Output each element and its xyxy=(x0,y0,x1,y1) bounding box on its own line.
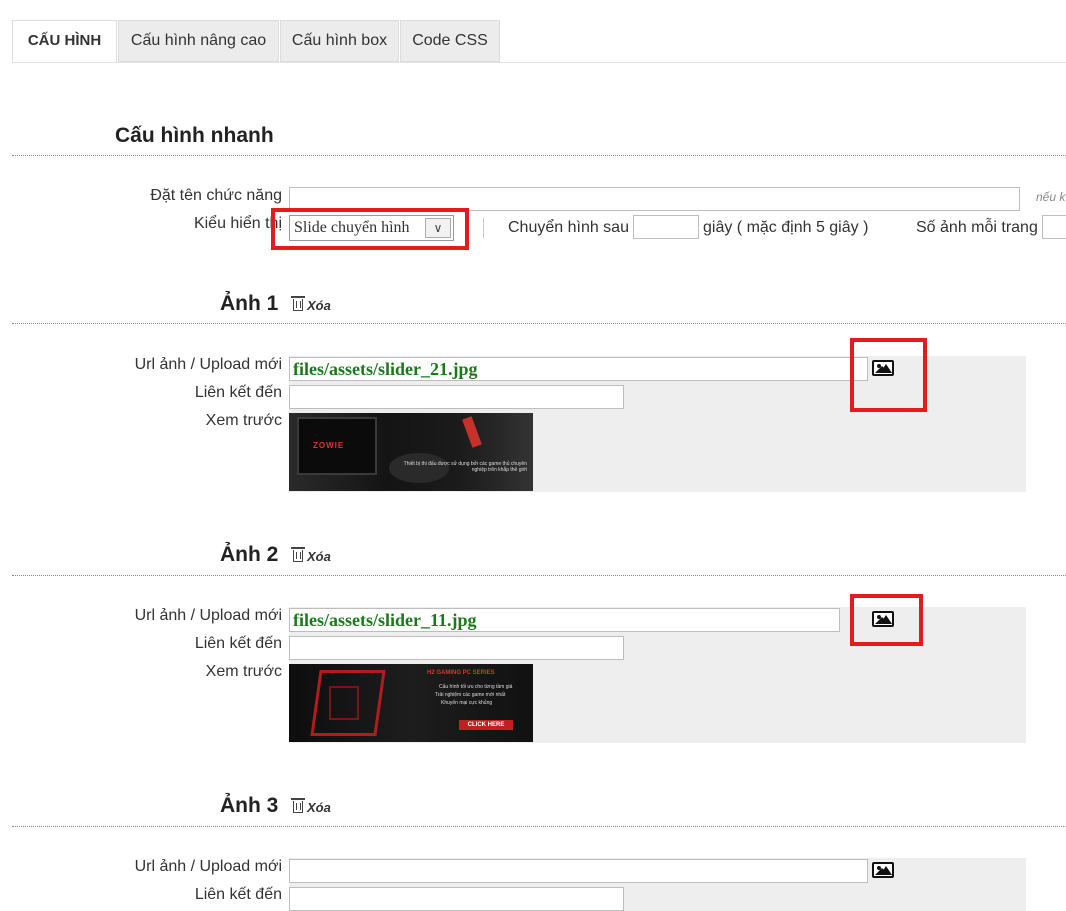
per-page-label: Số ảnh mỗi trang xyxy=(916,219,1038,236)
preview-line-1: Cấu hình tối ưu cho từng tầm giá xyxy=(439,684,513,690)
tab-cau-hinh-box[interactable]: Cấu hình box xyxy=(280,20,399,62)
pc-inner-shape xyxy=(329,686,359,720)
image-2-delete[interactable]: Xóa xyxy=(291,547,331,564)
highlight-box xyxy=(271,208,469,250)
delete-label: Xóa xyxy=(307,298,331,313)
image-1-delete[interactable]: Xóa xyxy=(291,296,331,313)
section-divider xyxy=(12,155,1066,156)
image-1-url-input[interactable]: files/assets/slider_21.jpg xyxy=(289,357,868,381)
image-2-url-input[interactable]: files/assets/slider_11.jpg xyxy=(289,608,840,632)
image-3-link-input[interactable] xyxy=(289,887,624,911)
image-1-link-input[interactable] xyxy=(289,385,624,409)
preview-line-3: Khuyến mại cực khủng xyxy=(441,700,493,706)
preview-heading: H2 GAMING PC SERIES xyxy=(427,670,495,676)
link-label: Liên kết đến xyxy=(194,886,282,903)
section-divider xyxy=(12,575,1066,576)
image-3-title: Ảnh 3 xyxy=(220,794,279,817)
url-label: Url ảnh / Upload mới xyxy=(134,356,282,373)
image-3-delete[interactable]: Xóa xyxy=(291,798,331,815)
link-label: Liên kết đến xyxy=(194,635,282,652)
tab-code-css[interactable]: Code CSS xyxy=(400,20,500,62)
tab-cau-hinh-nang-cao[interactable]: Cấu hình nâng cao xyxy=(118,20,279,62)
url-label: Url ảnh / Upload mới xyxy=(134,858,282,875)
preview-brand: ZOWIE xyxy=(313,441,345,450)
delete-label: Xóa xyxy=(307,800,331,815)
quick-config-title: Cấu hình nhanh xyxy=(115,124,274,147)
trash-icon xyxy=(291,547,305,562)
preview-click-button: CLICK HERE xyxy=(459,720,513,730)
image-2-link-input[interactable] xyxy=(289,636,624,660)
url-label: Url ảnh / Upload mới xyxy=(134,607,282,624)
image-2-title: Ảnh 2 xyxy=(220,543,279,566)
trash-icon xyxy=(291,798,305,813)
image-icon[interactable] xyxy=(872,862,894,878)
usb-shape xyxy=(462,416,482,448)
name-hint: nếu k xyxy=(1036,190,1066,204)
preview-label: Xem trước xyxy=(205,412,282,429)
transition-suffix: giây ( mặc định 5 giây ) xyxy=(703,219,869,236)
highlight-box xyxy=(850,338,927,412)
preview-label: Xem trước xyxy=(205,663,282,680)
highlight-box xyxy=(850,594,923,646)
link-label: Liên kết đến xyxy=(194,384,282,401)
section-divider xyxy=(12,826,1066,827)
name-label: Đặt tên chức năng xyxy=(150,187,282,204)
tab-cau-hinh[interactable]: CẤU HÌNH xyxy=(12,20,117,63)
preview-line-2: Trải nghiệm các game mới nhất xyxy=(435,692,506,698)
display-type-label: Kiểu hiển thị xyxy=(193,215,282,232)
image-1-title: Ảnh 1 xyxy=(220,292,279,315)
section-divider xyxy=(12,323,1066,324)
preview-caption: Thiết bị thi đấu được sử dụng bởi các ga… xyxy=(403,461,527,473)
transition-label: Chuyển hình sau xyxy=(508,219,629,236)
separator xyxy=(483,218,484,238)
tab-divider xyxy=(12,62,1066,63)
image-2-preview: H2 GAMING PC SERIES Cấu hình tối ưu cho … xyxy=(289,664,533,742)
trash-icon xyxy=(291,296,305,311)
image-1-preview: ZOWIE Thiết bị thi đấu được sử dụng bởi … xyxy=(289,413,533,491)
delete-label: Xóa xyxy=(307,549,331,564)
image-3-url-input[interactable] xyxy=(289,859,868,883)
per-page-input[interactable] xyxy=(1042,215,1066,239)
transition-input[interactable] xyxy=(633,215,699,239)
